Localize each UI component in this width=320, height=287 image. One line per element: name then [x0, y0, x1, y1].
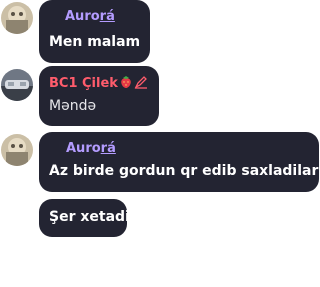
author-name[interactable]: Aurorá: [66, 141, 116, 157]
avatar-image: [1, 2, 33, 34]
message-bubble[interactable]: BC1 Çilek Məndə: [39, 66, 159, 126]
author-name[interactable]: BC1 Çilek: [49, 75, 148, 92]
author-name-text: BC1 Çilek: [49, 76, 118, 91]
message-text: Men malam: [49, 34, 141, 50]
author-name-text: Auro: [65, 9, 100, 24]
pencil-edit-icon: [134, 75, 148, 92]
avatar-bc1-cilek[interactable]: [1, 69, 33, 101]
message-text: Az birde gordun qr edib saxladilar: [49, 163, 319, 179]
message-bubble[interactable]: Aurorá Men malam: [39, 0, 150, 63]
avatar-aurora[interactable]: [1, 134, 33, 166]
chat-thread: Aurorá Men malam BC1 Çilek Məndə Aurorá …: [0, 0, 320, 287]
strawberry-icon: [119, 75, 133, 92]
message-bubble[interactable]: Aurorá Az birde gordun qr edib saxladila…: [39, 132, 319, 192]
author-name-styled-suffix: rá: [99, 9, 115, 24]
author-name-text: Auro: [66, 141, 101, 156]
avatar-image: [1, 134, 33, 166]
avatar-image: [1, 69, 33, 101]
message-text: Şer xetadilar: [49, 209, 151, 225]
avatar-aurora[interactable]: [1, 2, 33, 34]
message-text: Məndə: [49, 98, 97, 114]
message-bubble[interactable]: Şer xetadilar: [39, 199, 151, 237]
author-name[interactable]: Aurorá: [65, 9, 115, 25]
author-name-styled-suffix: rá: [100, 141, 116, 156]
